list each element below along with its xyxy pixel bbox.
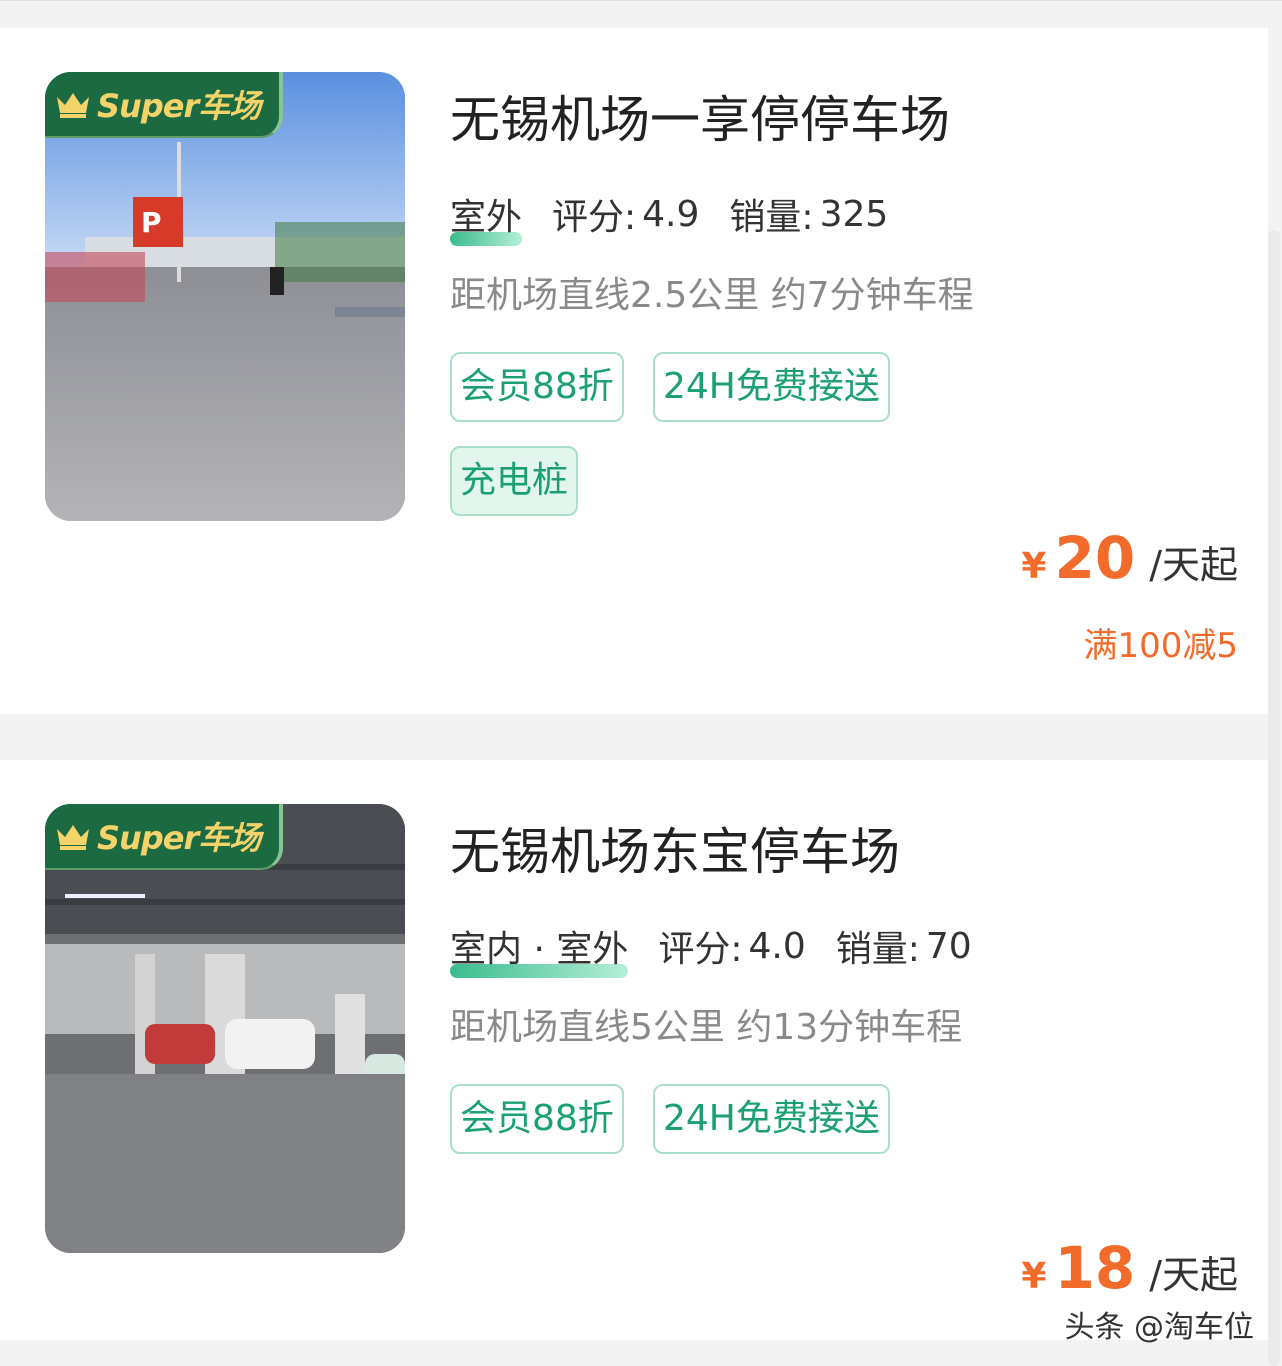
indoor-lot-image (45, 804, 405, 1253)
price-display: ¥ 20 /天起 (1021, 524, 1238, 592)
watermark: 头条 @淘车位 (1064, 1310, 1254, 1345)
crown-icon (57, 93, 89, 118)
rating-label: 评分: (552, 197, 637, 238)
price-unit: /天起 (1149, 543, 1238, 587)
sales-value: 325 (819, 193, 889, 235)
parking-lot-photo[interactable]: P Super车场 (45, 72, 405, 521)
tag-charging-pile: 充电桩 (450, 446, 579, 516)
top-divider (0, 0, 1282, 28)
lot-type: 室内 · 室外 (450, 920, 629, 978)
price-display: ¥ 18 /天起 (1021, 1234, 1238, 1302)
outdoor-lot-image: P (45, 72, 405, 521)
price-value: 18 (1054, 1234, 1136, 1302)
listing-title[interactable]: 无锡机场东宝停车场 (450, 812, 900, 884)
svg-text:P: P (141, 206, 162, 239)
sales-label: 销量: (835, 929, 920, 970)
currency-symbol: ¥ (1021, 546, 1047, 587)
rating-label: 评分: (658, 929, 743, 970)
tag-member-discount: 会员88折 (450, 1084, 624, 1154)
super-lot-badge: Super车场 (45, 72, 283, 138)
tag-free-shuttle: 24H免费接送 (653, 352, 890, 422)
sales-value: 70 (925, 925, 972, 967)
rating-value: 4.0 (748, 925, 806, 967)
badge-label: Super车场 (97, 819, 261, 857)
distance-info: 距机场直线2.5公里 约7分钟车程 (450, 275, 974, 316)
rating-value: 4.9 (642, 193, 700, 235)
parking-listing-card[interactable]: Super车场 无锡机场东宝停车场 室内 · 室外 评分: 4.0 销量: 70… (0, 760, 1268, 1340)
listing-title[interactable]: 无锡机场一享停停车场 (450, 80, 950, 152)
listing-meta: 室外 评分: 4.9 销量: 325 (450, 188, 889, 246)
super-lot-badge: Super车场 (45, 804, 283, 870)
tag-member-discount: 会员88折 (450, 352, 624, 422)
promo-text: 满100减5 (1083, 626, 1238, 666)
badge-label: Super车场 (97, 87, 261, 125)
lot-type: 室外 (450, 188, 523, 246)
tag-free-shuttle: 24H免费接送 (653, 1084, 890, 1154)
scrollbar[interactable] (1268, 230, 1280, 1366)
currency-symbol: ¥ (1021, 1256, 1047, 1297)
price-unit: /天起 (1149, 1253, 1238, 1297)
price-value: 20 (1054, 524, 1136, 592)
parking-lot-photo[interactable]: Super车场 (45, 804, 405, 1253)
sales-label: 销量: (729, 197, 814, 238)
crown-icon (57, 825, 89, 850)
listing-meta: 室内 · 室外 评分: 4.0 销量: 70 (450, 920, 972, 978)
parking-listing-card[interactable]: P Super车场 无锡机场一享停停车场 室外 评分: 4.9 销量: 325 … (0, 28, 1268, 714)
distance-info: 距机场直线5公里 约13分钟车程 (450, 1007, 963, 1048)
